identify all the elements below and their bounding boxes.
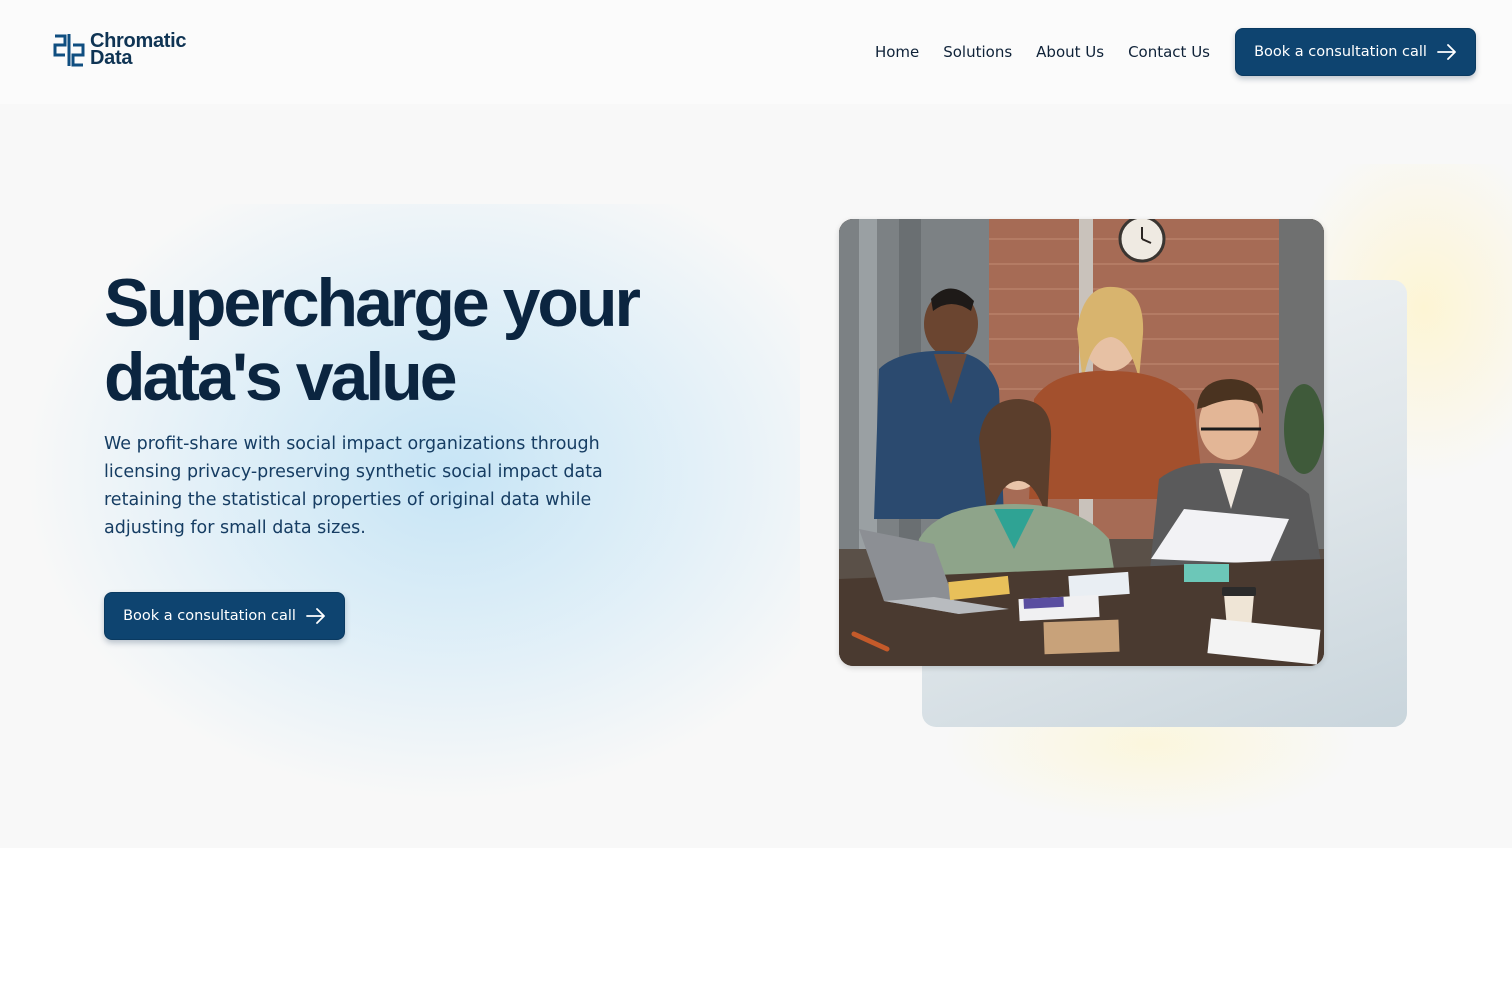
nav-about-us[interactable]: About Us (1036, 42, 1104, 62)
page-bottom-area (0, 848, 1512, 982)
header-cta-label: Book a consultation call (1254, 44, 1427, 60)
header-book-consultation-button[interactable]: Book a consultation call (1235, 28, 1476, 76)
logo-text: Chromatic Data (90, 31, 187, 69)
arrow-right-icon (306, 608, 325, 624)
logo-mark-icon (53, 34, 85, 67)
hero-section: Supercharge your data's value We profit-… (0, 104, 1512, 848)
logo-line2: Data (90, 47, 133, 69)
hero-book-consultation-button[interactable]: Book a consultation call (104, 592, 345, 640)
nav-home[interactable]: Home (875, 42, 919, 62)
nav-contact-us[interactable]: Contact Us (1128, 42, 1210, 62)
nav-solutions[interactable]: Solutions (943, 42, 1012, 62)
logo[interactable]: Chromatic Data (52, 31, 187, 69)
team-meeting-photo (839, 219, 1324, 666)
team-meeting-illustration (839, 219, 1324, 666)
site-header: Chromatic Data Home Solutions About Us C… (0, 0, 1512, 104)
hero-cta-label: Book a consultation call (123, 608, 296, 624)
hero-title: Supercharge your data's value (104, 265, 641, 415)
hero-description: We profit-share with social impact organ… (104, 434, 603, 538)
main-nav: Home Solutions About Us Contact Us (875, 42, 1210, 62)
arrow-right-icon (1437, 44, 1456, 60)
